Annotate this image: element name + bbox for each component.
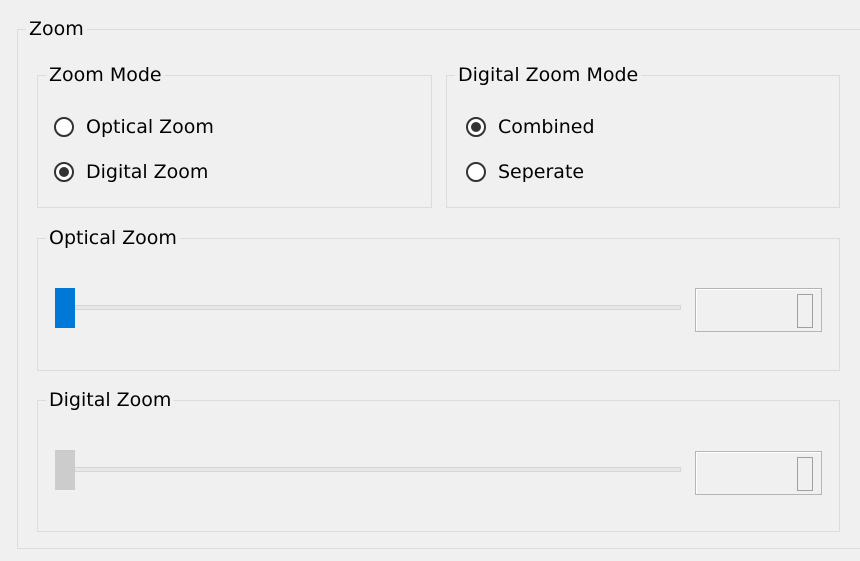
- digital-zoom-radio[interactable]: Digital Zoom: [54, 161, 208, 183]
- digital-zoom-slider-thumb[interactable]: [55, 450, 75, 490]
- digital-zoom-value-text: 0: [797, 457, 813, 491]
- zoom-mode-title: Zoom Mode: [46, 63, 165, 87]
- zoom-mode-group: Zoom Mode Optical Zoom Digital Zoom: [37, 63, 432, 208]
- combined-radio-circle[interactable]: [466, 117, 486, 137]
- digital-zoom-radio-label: Digital Zoom: [86, 161, 209, 183]
- seperate-radio-circle[interactable]: [466, 162, 486, 182]
- digital-zoom-mode-group: Digital Zoom Mode Combined Seperate: [446, 63, 840, 208]
- optical-zoom-radio-label: Optical Zoom: [86, 116, 214, 138]
- digital-zoom-value-field[interactable]: 0: [695, 451, 822, 495]
- digital-zoom-title: Digital Zoom: [46, 388, 175, 412]
- digital-zoom-slider[interactable]: [55, 450, 681, 490]
- digital-zoom-group: Digital Zoom 0: [37, 388, 840, 532]
- optical-zoom-radio[interactable]: Optical Zoom: [54, 116, 214, 138]
- optical-zoom-slider-thumb[interactable]: [55, 288, 75, 328]
- zoom-settings-panel: Zoom Zoom Mode Optical Zoom Digital Zoom…: [0, 0, 860, 561]
- digital-zoom-slider-track[interactable]: [55, 467, 681, 472]
- optical-zoom-value-field[interactable]: 0: [695, 288, 822, 332]
- seperate-radio[interactable]: Seperate: [466, 161, 584, 183]
- optical-zoom-slider-track[interactable]: [55, 305, 681, 310]
- digital-zoom-mode-title: Digital Zoom Mode: [455, 63, 642, 87]
- combined-radio[interactable]: Combined: [466, 116, 595, 138]
- optical-zoom-group: Optical Zoom 0: [37, 226, 840, 371]
- optical-zoom-slider[interactable]: [55, 288, 681, 328]
- optical-zoom-title: Optical Zoom: [46, 226, 180, 250]
- zoom-group-title: Zoom: [26, 17, 87, 41]
- digital-zoom-radio-circle[interactable]: [54, 162, 74, 182]
- optical-zoom-value-text: 0: [797, 294, 813, 328]
- seperate-radio-label: Seperate: [498, 161, 585, 183]
- combined-radio-label: Combined: [498, 116, 595, 138]
- optical-zoom-radio-circle[interactable]: [54, 117, 74, 137]
